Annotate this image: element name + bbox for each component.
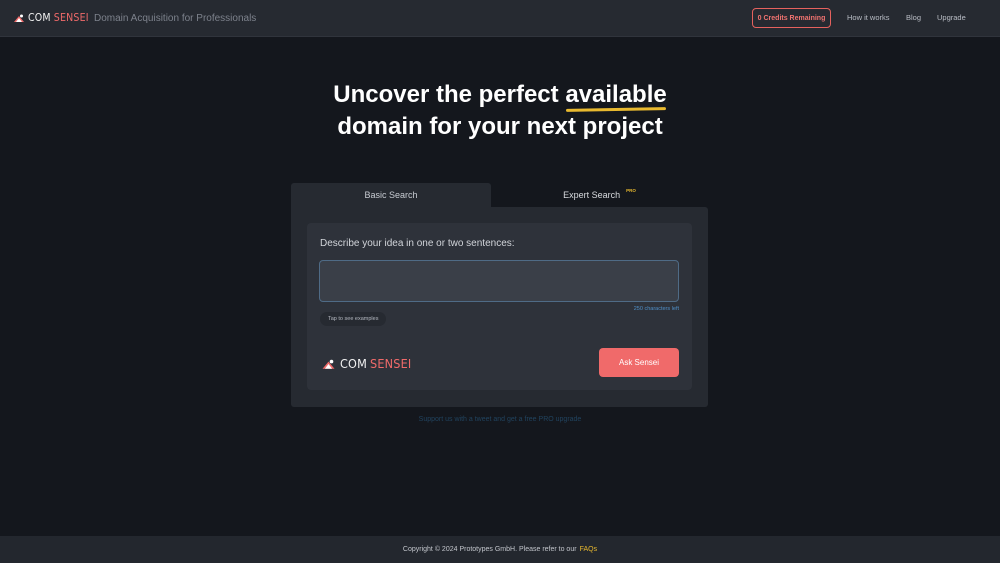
tab-basic-search-label: Basic Search	[364, 190, 418, 200]
brand-sensei-text: SENSEI	[53, 12, 89, 24]
tab-expert-search-label: Expert Search	[563, 190, 621, 200]
nav-upgrade[interactable]: Upgrade	[937, 13, 966, 23]
search-panel: Describe your idea in one or two sentenc…	[291, 207, 708, 407]
hero-line2: domain for your next project	[337, 113, 663, 140]
nav-blog[interactable]: Blog	[906, 13, 921, 23]
characters-left-counter: 250 characters left	[633, 306, 679, 312]
hero-line1-prefix: Uncover the perfect	[333, 81, 559, 108]
hero-highlight-word: available	[565, 79, 666, 111]
idea-input[interactable]	[319, 260, 679, 302]
sensei-hat-icon	[322, 359, 335, 369]
tagline: Domain Acquisition for Professionals	[94, 13, 257, 24]
pro-badge: PRO	[626, 187, 636, 193]
brand-logo[interactable]: COM SENSEI	[13, 11, 89, 25]
tab-expert-search[interactable]: Expert Search PRO	[491, 183, 708, 207]
idea-prompt-label: Describe your idea in one or two sentenc…	[320, 238, 515, 249]
card-brand-logo: COM SENSEI	[321, 356, 411, 371]
search-tabs: Basic Search Expert Search PRO	[291, 183, 708, 207]
basic-search-form: Describe your idea in one or two sentenc…	[307, 223, 692, 390]
top-navbar: COM SENSEI Domain Acquisition for Profes…	[0, 0, 1000, 37]
brand-com-text: COM	[28, 12, 51, 24]
nav-how-it-works[interactable]: How it works	[847, 13, 890, 23]
support-tweet-link[interactable]: Support us with a tweet and get a free P…	[0, 416, 1000, 423]
footer-copyright: Copyright © 2024 Prototypes GmbH. Please…	[402, 546, 577, 553]
card-brand-sensei-text: SENSEI	[370, 356, 412, 371]
card-brand-com-text: COM	[340, 356, 368, 371]
see-examples-button[interactable]: Tap to see examples	[320, 312, 387, 326]
credits-remaining-button[interactable]: 0 Credits Remaining	[752, 8, 831, 28]
ask-sensei-button[interactable]: Ask Sensei	[599, 348, 679, 377]
tab-basic-search[interactable]: Basic Search	[291, 183, 491, 207]
hero-heading: Uncover the perfect available domain for…	[0, 79, 1000, 143]
search-card: Basic Search Expert Search PRO Describe …	[291, 183, 708, 407]
sensei-hat-icon	[14, 14, 24, 22]
footer-faqs-link[interactable]: FAQs	[580, 546, 598, 553]
footer: Copyright © 2024 Prototypes GmbH. Please…	[0, 536, 1000, 563]
